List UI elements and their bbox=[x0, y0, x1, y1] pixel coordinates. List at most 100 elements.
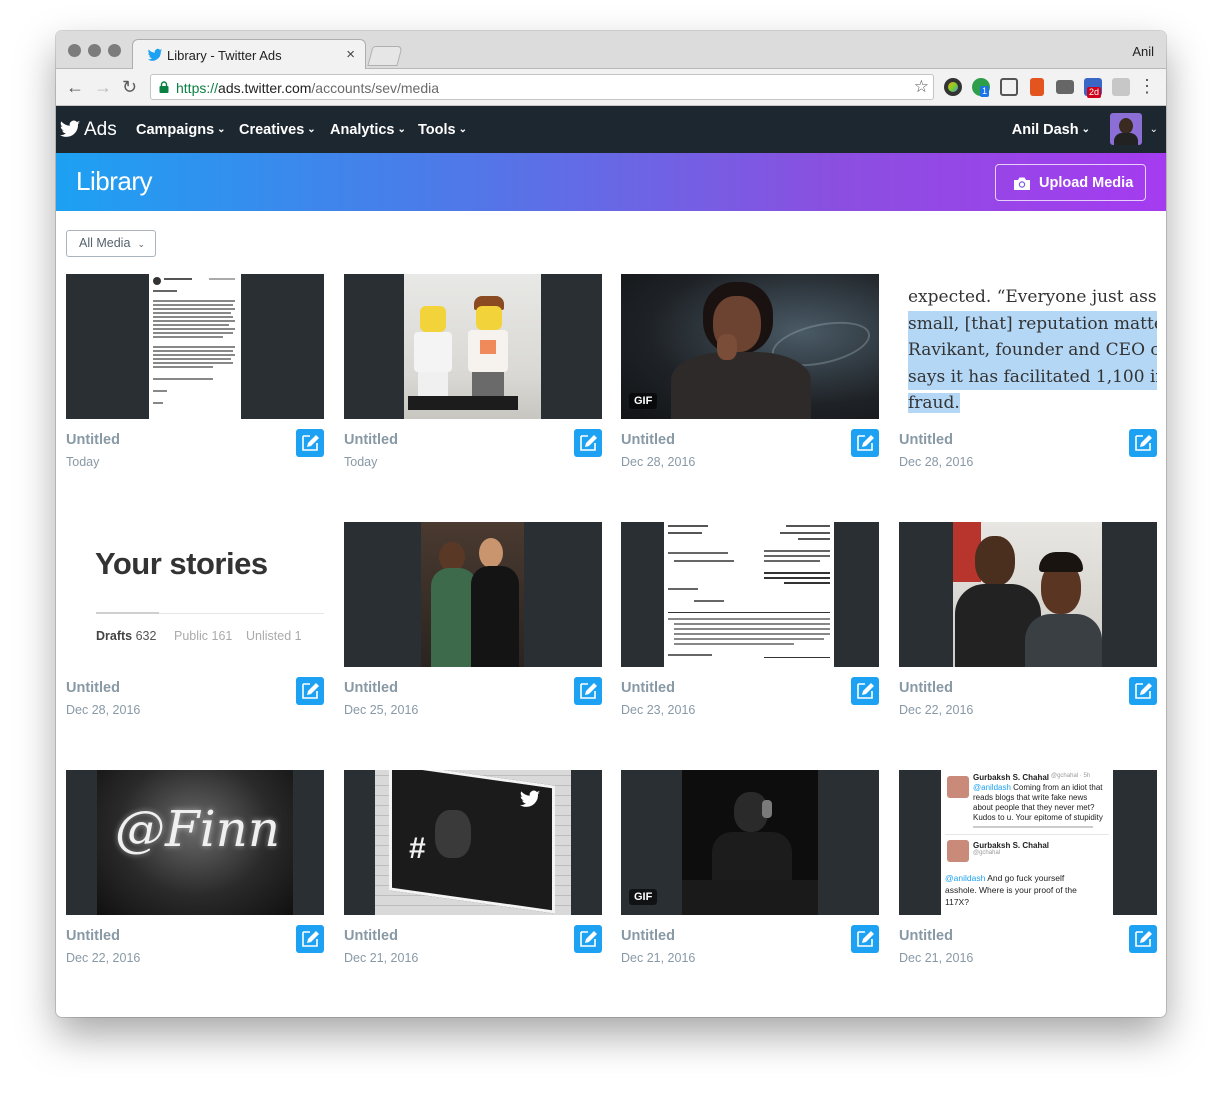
chevron-down-icon[interactable]: ⌄ bbox=[1150, 124, 1158, 135]
couple-photo bbox=[421, 522, 524, 667]
edit-media-button[interactable] bbox=[851, 925, 879, 953]
media-thumbnail[interactable]: expected. “Everyone just assume small, [… bbox=[899, 274, 1157, 419]
gif-badge: GIF bbox=[629, 889, 658, 905]
ads-brand[interactable]: Ads bbox=[84, 119, 117, 141]
media-thumbnail[interactable] bbox=[66, 274, 324, 419]
media-thumbnail[interactable]: # bbox=[344, 770, 602, 915]
tweet-handle: @gchahal bbox=[973, 850, 1001, 856]
media-card[interactable]: Untitled Today bbox=[344, 274, 602, 474]
edit-media-button[interactable] bbox=[296, 677, 324, 705]
gif-badge: GIF bbox=[629, 393, 658, 409]
minimize-window-button[interactable] bbox=[88, 44, 101, 57]
nav-tools[interactable]: Tools ⌄ bbox=[418, 122, 467, 138]
media-card[interactable]: @Finn Untitled Dec 22, 2016 bbox=[66, 770, 324, 970]
media-card[interactable]: Untitled Dec 23, 2016 bbox=[621, 522, 879, 722]
media-title: Untitled bbox=[621, 928, 675, 944]
media-title: Untitled bbox=[66, 432, 120, 448]
filter-label: All Media bbox=[79, 236, 131, 250]
extension-puzzle-icon[interactable] bbox=[1112, 78, 1130, 96]
edit-pencil-icon bbox=[580, 435, 597, 451]
media-thumbnail[interactable] bbox=[344, 274, 602, 419]
browser-menu-icon[interactable]: ⋮ bbox=[1138, 76, 1156, 97]
edit-media-button[interactable] bbox=[296, 925, 324, 953]
extension-mail-icon[interactable] bbox=[1056, 80, 1074, 94]
media-title: Untitled bbox=[621, 680, 675, 696]
nav-campaigns[interactable]: Campaigns ⌄ bbox=[136, 122, 226, 138]
nav-creatives[interactable]: Creatives ⌄ bbox=[239, 122, 316, 138]
edit-media-button[interactable] bbox=[1129, 925, 1157, 953]
lego-photo bbox=[404, 274, 541, 419]
media-title: Untitled bbox=[344, 928, 398, 944]
extension-calendar-icon[interactable]: 2d bbox=[1084, 78, 1102, 98]
browser-profile-name[interactable]: Anil bbox=[1132, 44, 1154, 59]
nav-analytics[interactable]: Analytics ⌄ bbox=[330, 122, 406, 138]
back-arrow-icon[interactable]: ← bbox=[66, 77, 84, 97]
extension-circle-icon[interactable] bbox=[944, 78, 962, 96]
edit-media-button[interactable] bbox=[574, 429, 602, 457]
edit-pencil-icon bbox=[1135, 683, 1152, 699]
bookmark-star-icon[interactable]: ☆ bbox=[914, 77, 929, 97]
chevron-down-icon: ⌄ bbox=[458, 124, 467, 135]
media-card[interactable]: Untitled Dec 25, 2016 bbox=[344, 522, 602, 722]
reload-icon[interactable]: ↻ bbox=[122, 77, 137, 97]
edit-media-button[interactable] bbox=[851, 677, 879, 705]
edit-media-button[interactable] bbox=[1129, 429, 1157, 457]
selfie-photo bbox=[953, 522, 1102, 667]
forward-arrow-icon[interactable]: → bbox=[94, 77, 112, 97]
media-thumbnail[interactable]: @Finn bbox=[66, 770, 324, 915]
media-card[interactable]: expected. “Everyone just assume small, [… bbox=[899, 274, 1157, 474]
edit-media-button[interactable] bbox=[574, 677, 602, 705]
edit-media-button[interactable] bbox=[296, 429, 324, 457]
letter-image bbox=[149, 274, 241, 419]
media-card[interactable]: # Untitled Dec 21, 2016 bbox=[344, 770, 602, 970]
new-tab-button[interactable] bbox=[367, 46, 403, 66]
tab-label: Drafts bbox=[96, 629, 133, 643]
media-thumbnail[interactable] bbox=[621, 522, 879, 667]
avatar[interactable] bbox=[1110, 113, 1142, 145]
tab-count: 1 bbox=[294, 629, 302, 643]
upload-media-button[interactable]: Upload Media bbox=[995, 164, 1146, 201]
media-card[interactable]: Untitled Dec 22, 2016 bbox=[899, 522, 1157, 722]
browser-tab[interactable]: Library - Twitter Ads × bbox=[132, 39, 366, 70]
media-thumbnail[interactable]: GIF bbox=[621, 770, 879, 915]
media-thumbnail[interactable] bbox=[344, 522, 602, 667]
media-thumbnail[interactable] bbox=[899, 522, 1157, 667]
stories-heading: Your stories bbox=[95, 546, 268, 581]
extension-capture-icon[interactable] bbox=[1000, 78, 1018, 96]
ads-top-nav: Ads Campaigns ⌄ Creatives ⌄ Analytics ⌄ Too… bbox=[56, 106, 1166, 153]
media-title: Untitled bbox=[344, 432, 398, 448]
hashtag-icon: # bbox=[409, 832, 426, 865]
browser-toolbar: ← → ↻ https://ads.twitter.com/accounts/s… bbox=[56, 69, 1166, 106]
account-menu[interactable]: Anil Dash ⌄ bbox=[1012, 122, 1090, 138]
page-title: Library bbox=[76, 166, 152, 196]
media-card[interactable]: Your stories Drafts 632 Public 161 Unlis… bbox=[66, 522, 324, 722]
media-card[interactable]: Untitled Today bbox=[66, 274, 324, 474]
extension-evernote-icon[interactable]: 1 bbox=[972, 78, 990, 97]
media-card[interactable]: GIF Untitled Dec 21, 2016 bbox=[621, 770, 879, 970]
url-scheme: https:// bbox=[176, 80, 219, 96]
media-filter-dropdown[interactable]: All Media ⌄ bbox=[66, 230, 156, 257]
tweet-body: @anildash Coming from an idiot that read… bbox=[973, 783, 1109, 823]
media-thumbnail[interactable]: GIF bbox=[621, 274, 879, 419]
media-date: Dec 21, 2016 bbox=[344, 951, 419, 965]
media-thumbnail[interactable]: Gurbaksh S. Chahal @gchahal · 5h @anilda… bbox=[899, 770, 1157, 915]
media-title: Untitled bbox=[66, 680, 120, 696]
twitter-logo-icon[interactable] bbox=[58, 118, 82, 140]
camera-icon bbox=[1014, 177, 1030, 190]
zoom-window-button[interactable] bbox=[108, 44, 121, 57]
close-window-button[interactable] bbox=[68, 44, 81, 57]
media-card[interactable]: GIF Untitled Dec 28, 2016 bbox=[621, 274, 879, 474]
extension-office-icon[interactable] bbox=[1030, 78, 1044, 96]
tab-close-icon[interactable]: × bbox=[346, 46, 355, 63]
address-bar[interactable]: https://ads.twitter.com/accounts/sev/med… bbox=[150, 74, 934, 100]
media-card[interactable]: Gurbaksh S. Chahal @gchahal · 5h @anilda… bbox=[899, 770, 1157, 970]
edit-media-button[interactable] bbox=[1129, 677, 1157, 705]
edit-media-button[interactable] bbox=[851, 429, 879, 457]
tweet-author: Gurbaksh S. Chahal bbox=[973, 841, 1050, 850]
subway-photo: # bbox=[375, 770, 571, 915]
edit-pencil-icon bbox=[857, 931, 874, 947]
tweet-author: Gurbaksh S. Chahal bbox=[973, 773, 1050, 782]
media-thumbnail[interactable]: Your stories Drafts 632 Public 161 Unlis… bbox=[66, 522, 324, 667]
edit-media-button[interactable] bbox=[574, 925, 602, 953]
media-date: Dec 28, 2016 bbox=[899, 455, 974, 469]
